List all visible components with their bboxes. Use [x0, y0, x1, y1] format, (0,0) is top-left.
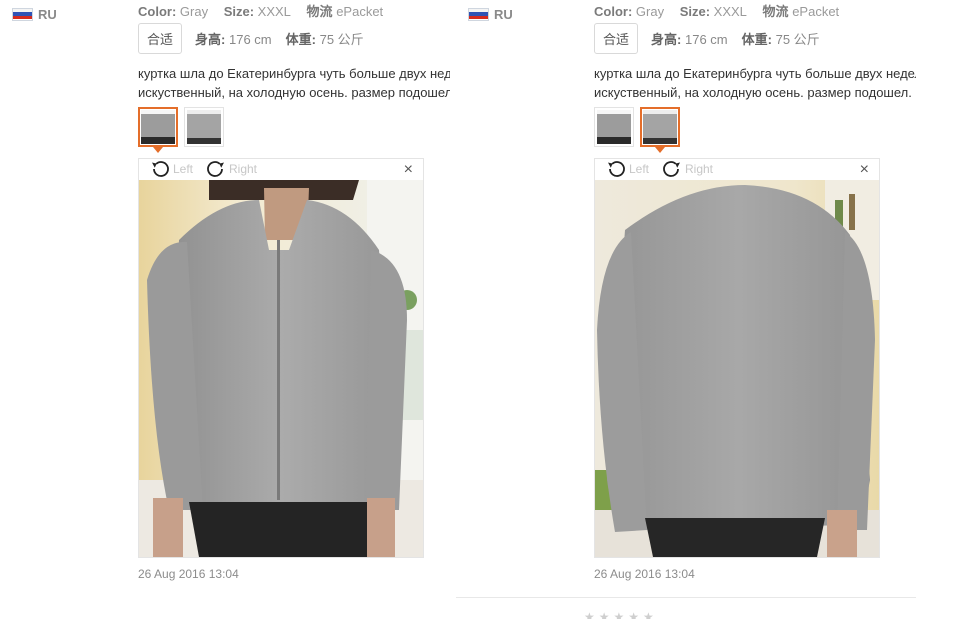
review-card: RU Color: Gray Size: XXXL 物流 ePacket 合适 … — [0, 0, 460, 619]
photo-thumbnails — [138, 107, 230, 153]
logistics-value: ePacket — [336, 4, 384, 19]
photo-viewer: Left Right × — [138, 158, 424, 558]
rotate-right-button[interactable]: Right — [661, 159, 713, 179]
review-text: куртка шла до Екатеринбурга чуть больше … — [594, 64, 916, 102]
photo-thumbnail-back[interactable] — [184, 107, 224, 147]
height-value: 176 cm — [684, 31, 728, 47]
review-text: куртка шла до Екатеринбурга чуть больше … — [138, 64, 450, 102]
logistics-label: 物流 — [762, 4, 789, 19]
flag-ru-icon — [468, 7, 489, 21]
rotate-left-label: Left — [173, 162, 194, 176]
color-label: Color: — [138, 4, 177, 19]
review-text-line: куртка шла до Екатеринбурга чуть больше … — [594, 66, 916, 81]
photo-thumbnails — [594, 107, 686, 153]
flag-ru-icon — [12, 7, 33, 21]
rotate-right-label: Right — [229, 162, 258, 176]
rotate-left-icon — [608, 161, 625, 177]
rotate-left-icon — [152, 161, 169, 177]
next-review-stars: ★★★★★ — [584, 610, 658, 619]
fit-info: 合适 身高: 176 cm 体重: 75 公斤 — [138, 22, 378, 54]
weight-value: 75 公斤 — [319, 31, 364, 47]
close-icon[interactable]: × — [404, 161, 413, 179]
fit-info: 合适 身高: 176 cm 体重: 75 公斤 — [594, 22, 834, 54]
logistics-value: ePacket — [792, 4, 840, 19]
fit-badge: 合适 — [138, 22, 183, 54]
height-label: 身高: — [195, 31, 226, 47]
country-code: RU — [38, 6, 57, 22]
weight-label: 体重: — [741, 31, 772, 47]
rotate-right-label: Right — [685, 162, 714, 176]
review-divider — [456, 597, 916, 598]
reviewer-country: RU — [468, 6, 513, 22]
review-text-line: искуственный, на холодную осень. размер … — [594, 85, 916, 100]
size-label: Size: — [223, 4, 255, 19]
photo-thumbnail-front[interactable] — [594, 107, 634, 147]
review-photo-front — [139, 180, 423, 557]
rotate-left-button[interactable]: Left — [605, 159, 649, 179]
photo-thumbnail-back[interactable] — [640, 107, 680, 153]
review-text-line: искуственный, на холодную осень. размер … — [138, 85, 450, 100]
fit-badge: 合适 — [594, 22, 639, 54]
review-card: RU Color: Gray Size: XXXL 物流 ePacket 合适 … — [456, 0, 916, 619]
height-value: 176 cm — [228, 31, 272, 47]
height-label: 身高: — [651, 31, 682, 47]
logistics-label: 物流 — [306, 4, 333, 19]
rotate-left-button[interactable]: Left — [149, 159, 193, 179]
rotate-right-icon — [207, 161, 224, 177]
color-value: Gray — [179, 4, 209, 19]
review-date: 26 Aug 2016 13:04 — [138, 567, 239, 581]
rotate-left-label: Left — [629, 162, 650, 176]
rotate-right-button[interactable]: Right — [205, 159, 257, 179]
order-attributes: Color: Gray Size: XXXL 物流 ePacket — [594, 1, 851, 20]
review-photo-back — [595, 180, 879, 557]
country-code: RU — [494, 6, 513, 22]
photo-viewer: Left Right × — [594, 158, 880, 558]
order-attributes: Color: Gray Size: XXXL 物流 ePacket — [138, 1, 395, 20]
weight-value: 75 公斤 — [775, 31, 820, 47]
color-label: Color: — [594, 4, 633, 19]
review-text-line: куртка шла до Екатеринбурга чуть больше … — [138, 66, 450, 81]
weight-label: 体重: — [285, 31, 316, 47]
viewer-toolbar: Left Right × — [139, 159, 423, 180]
review-date: 26 Aug 2016 13:04 — [594, 567, 695, 581]
size-value: XXXL — [713, 4, 747, 19]
viewer-toolbar: Left Right × — [595, 159, 879, 180]
color-value: Gray — [635, 4, 665, 19]
reviewer-country: RU — [12, 6, 57, 22]
size-label: Size: — [679, 4, 711, 19]
close-icon[interactable]: × — [860, 161, 869, 179]
rotate-right-icon — [663, 161, 680, 177]
photo-thumbnail-front[interactable] — [138, 107, 178, 153]
size-value: XXXL — [257, 4, 291, 19]
